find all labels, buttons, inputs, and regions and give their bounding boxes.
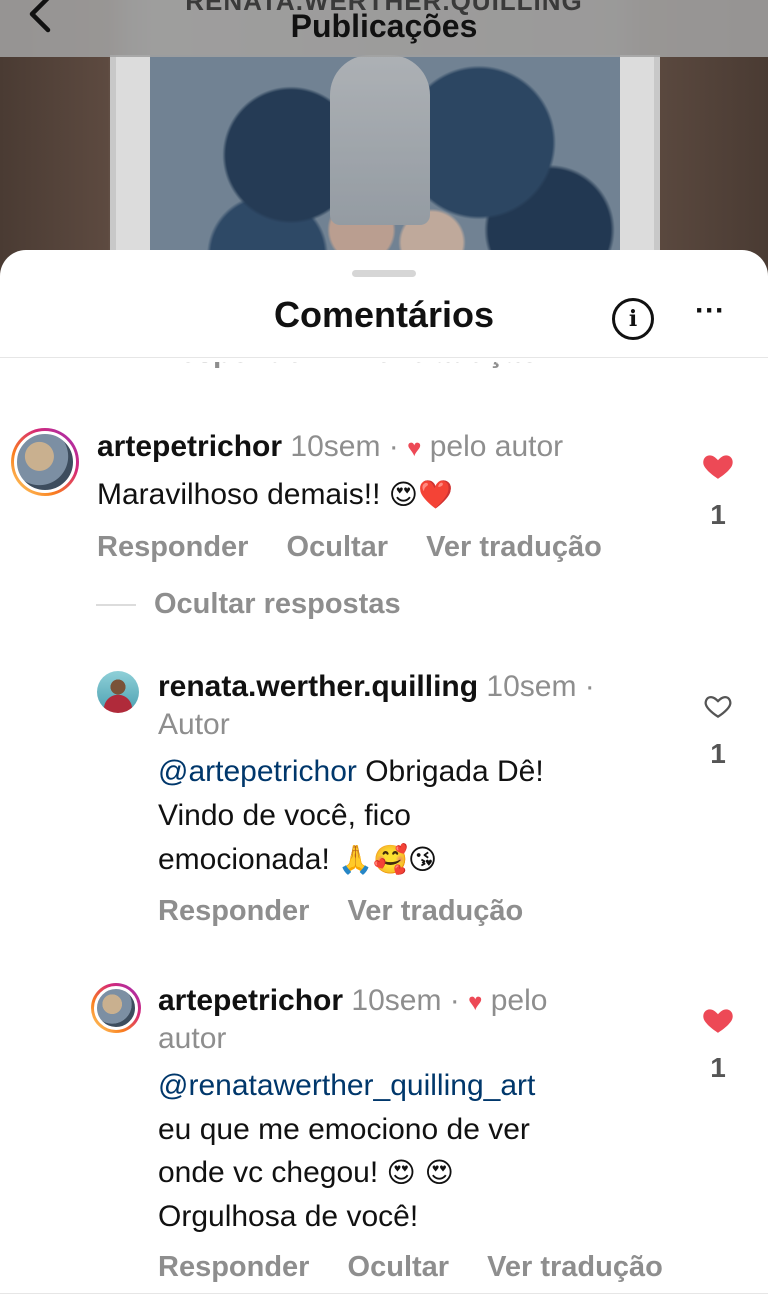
translate-button[interactable]: Ver tradução: [348, 895, 524, 927]
comment-actions: Responder Ocultar Ver tradução: [97, 531, 632, 564]
comment-header: artepetrichor 10sem · ♥ pelo autor: [97, 430, 564, 463]
reply-text-line: Vindo de você, fico: [158, 799, 411, 832]
reply-text-line: eu que me emociono de ver: [158, 1113, 530, 1146]
comments-sheet: Comentários i ··· Responder Ver tradução…: [0, 250, 768, 1313]
translate-button[interactable]: Ver tradução: [426, 531, 602, 563]
reply-text-line: emocionada! 🙏🥰😘: [158, 843, 438, 876]
reply-button[interactable]: Responder: [158, 1251, 309, 1283]
heart-filled-icon[interactable]: [701, 449, 735, 483]
username[interactable]: artepetrichor: [97, 430, 282, 463]
like-count: 1: [710, 1052, 726, 1083]
reply-actions: Responder Ocultar Ver tradução: [158, 1251, 693, 1284]
timestamp: 10sem: [486, 670, 577, 703]
avatar[interactable]: [97, 671, 139, 713]
translate-button[interactable]: Ver tradução: [357, 362, 539, 369]
comment-emojis: 😍❤️: [388, 478, 453, 511]
timestamp: 10sem: [351, 984, 442, 1017]
replies-divider: [96, 603, 136, 606]
author-badge: Autor: [158, 708, 230, 741]
reply-emojis: 🙏🥰😘: [338, 843, 438, 876]
liked-by-author-label: pelo: [490, 984, 548, 1017]
reply-button[interactable]: Responder: [158, 895, 309, 927]
previous-comment-actions: Responder Ver tradução: [158, 362, 573, 370]
timestamp: 10sem: [290, 430, 381, 463]
top-bar: RENATA.WERTHER.QUILLING Publicações: [0, 0, 768, 57]
like-count: 1: [710, 499, 726, 530]
translate-button[interactable]: Ver tradução: [487, 1251, 663, 1283]
username[interactable]: artepetrichor: [158, 984, 343, 1017]
hide-button[interactable]: Ocultar: [287, 531, 389, 563]
reply-header: artepetrichor 10sem · ♥ pelo: [158, 984, 548, 1017]
sheet-grabber[interactable]: [352, 270, 416, 277]
comment-text: Maravilhoso demais!! 😍❤️: [97, 478, 453, 511]
header-divider: [0, 357, 768, 358]
page-title: Publicações: [290, 8, 478, 44]
hide-replies-toggle[interactable]: Ocultar respostas: [96, 588, 401, 621]
reply-button[interactable]: Responder: [158, 362, 315, 369]
author-heart-icon: ♥: [468, 989, 483, 1016]
like-count: 1: [710, 738, 726, 769]
back-arrow-icon[interactable]: [24, 0, 64, 34]
avatar[interactable]: [11, 428, 79, 496]
reply-button[interactable]: Responder: [97, 531, 248, 563]
author-heart-icon: ♥: [407, 435, 422, 462]
mention-link[interactable]: @artepetrichor: [158, 755, 357, 788]
reply-actions: Responder Ver tradução: [158, 895, 553, 928]
reply-header: renata.werther.quilling 10sem ·: [158, 670, 595, 703]
reply-text-line: onde vc chegou! 😍 😍: [158, 1156, 454, 1189]
reply-emojis: 😍 😍: [386, 1156, 454, 1189]
more-horizontal-icon[interactable]: ···: [690, 296, 730, 336]
hide-button[interactable]: Ocultar: [348, 1251, 450, 1283]
bottom-divider: [0, 1293, 768, 1294]
hide-replies-label[interactable]: Ocultar respostas: [154, 588, 401, 621]
info-icon[interactable]: i: [612, 298, 654, 340]
reply-text-line: @artepetrichor Obrigada Dê!: [158, 755, 544, 788]
heart-filled-icon[interactable]: [701, 1003, 735, 1037]
liked-by-author-label: pelo autor: [429, 430, 564, 463]
heart-outline-icon[interactable]: [703, 691, 733, 721]
reply-text-line: Orgulhosa de você!: [158, 1200, 419, 1233]
post-image-figure: [330, 55, 430, 225]
mention-link: @renatawerther_quilling_art: [158, 1069, 536, 1102]
liked-by-author-label-cont: autor: [158, 1022, 227, 1055]
avatar[interactable]: [91, 983, 141, 1033]
username[interactable]: renata.werther.quilling: [158, 670, 478, 703]
